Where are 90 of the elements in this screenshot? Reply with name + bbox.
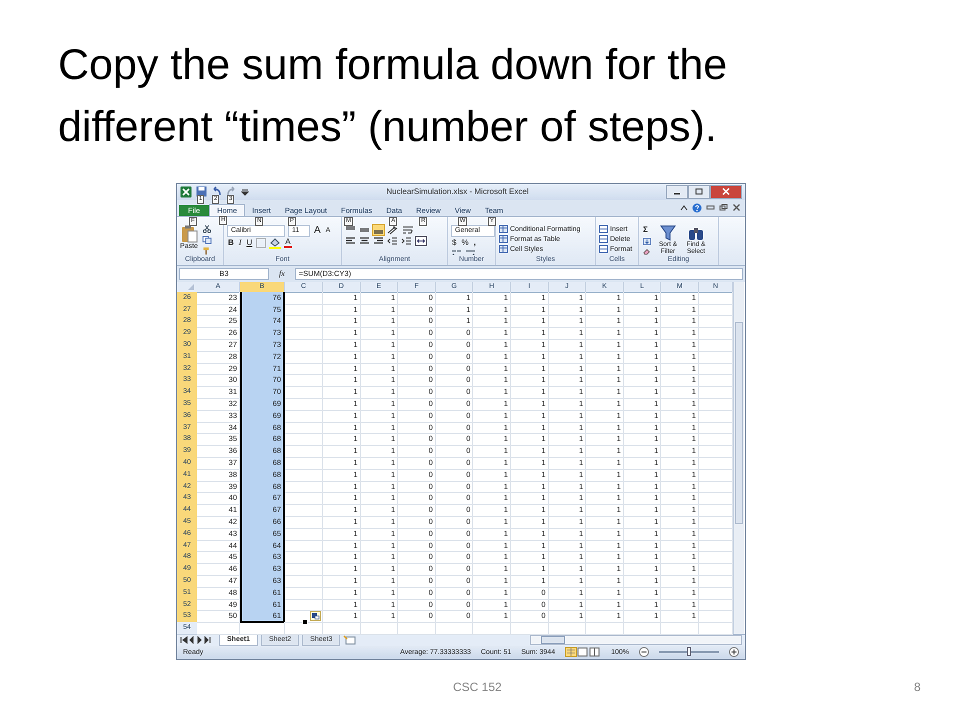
bold-button[interactable]: B xyxy=(227,238,235,248)
underline-button[interactable]: U xyxy=(245,238,254,248)
zoom-out-icon[interactable] xyxy=(639,647,649,658)
table-cell xyxy=(285,304,323,316)
minimize-ribbon-icon[interactable] xyxy=(680,204,688,212)
font-color-button[interactable]: A xyxy=(284,238,292,248)
table-cell xyxy=(285,574,323,588)
scissors-icon[interactable] xyxy=(202,224,212,233)
table-cell xyxy=(285,480,323,494)
fill-color-icon[interactable] xyxy=(269,238,282,249)
borders-icon[interactable] xyxy=(256,238,266,248)
currency-button[interactable]: $ xyxy=(451,238,458,248)
table-cell xyxy=(285,386,323,400)
vertical-scrollbar[interactable] xyxy=(733,282,744,634)
text-align-icon[interactable] xyxy=(373,236,384,246)
table-cell xyxy=(285,492,323,506)
table-cell xyxy=(285,563,323,576)
cells-icon xyxy=(599,235,608,244)
table-cell xyxy=(285,315,323,328)
redo-icon[interactable] xyxy=(226,186,237,198)
increase-indent-icon[interactable] xyxy=(401,236,412,246)
orientation-icon[interactable] xyxy=(387,224,399,235)
grow-font-button[interactable]: A xyxy=(313,226,322,236)
table-cell xyxy=(285,422,323,434)
close-icon xyxy=(722,188,730,196)
table-cell xyxy=(285,551,323,564)
close-button[interactable] xyxy=(710,184,742,199)
table-cell xyxy=(285,433,323,446)
text-align-icon[interactable] xyxy=(345,236,356,246)
vertical-align-icon[interactable] xyxy=(373,224,384,235)
table-cell xyxy=(285,327,323,340)
help-icon[interactable] xyxy=(692,202,702,213)
paintbrush-icon[interactable] xyxy=(202,246,212,255)
undo-icon[interactable] xyxy=(211,186,222,198)
table-icon xyxy=(499,245,508,254)
horizontal-scrollbar[interactable] xyxy=(530,635,742,646)
decrease-decimal-icon[interactable] xyxy=(465,248,476,255)
restore-icon[interactable] xyxy=(719,204,728,212)
table-cell xyxy=(285,398,323,411)
window-title: NuclearSimulation.xlsx - Microsoft Excel xyxy=(385,187,530,196)
customize-caret-icon[interactable] xyxy=(241,188,249,196)
increase-decimal-icon[interactable] xyxy=(451,248,462,255)
wrap-text-icon[interactable] xyxy=(402,224,414,235)
save-icon[interactable] xyxy=(196,186,207,198)
paste-options-icon[interactable] xyxy=(310,611,321,622)
zoom-slider-thumb[interactable] xyxy=(687,647,691,656)
merge-cells-icon[interactable] xyxy=(415,236,427,246)
maximize-icon xyxy=(695,188,703,196)
insert-function-button[interactable]: fx xyxy=(273,269,291,278)
text-align-icon[interactable] xyxy=(359,236,370,246)
table-cell xyxy=(285,516,323,529)
comma-button[interactable]: , xyxy=(472,238,477,248)
copy-icon[interactable] xyxy=(202,236,212,244)
spreadsheet-app-icon xyxy=(180,186,192,198)
table-cell xyxy=(285,528,323,541)
clipboard-icon xyxy=(180,224,198,243)
table-cell xyxy=(285,586,323,600)
table-cell xyxy=(285,292,323,305)
table-cell xyxy=(285,504,323,517)
maximize-button[interactable] xyxy=(688,184,710,199)
cells-icon xyxy=(599,225,608,234)
slide-title: Copy the sum formula down for the different “times” (number of steps). xyxy=(57,40,728,150)
new-sheet-icon[interactable] xyxy=(343,635,358,646)
autosum-button[interactable]: Σ xyxy=(642,224,652,235)
fill-handle[interactable] xyxy=(302,619,308,626)
table-icon xyxy=(499,235,508,244)
footer-text: CSC 152 xyxy=(453,680,502,694)
view-buttons-icon[interactable] xyxy=(565,647,602,658)
table-cell xyxy=(285,350,323,364)
decrease-indent-icon[interactable] xyxy=(387,236,398,246)
close-icon[interactable] xyxy=(732,204,741,212)
table-cell xyxy=(285,457,323,470)
italic-button[interactable]: I xyxy=(238,238,242,248)
table-cell xyxy=(285,468,323,482)
table-cell xyxy=(285,339,323,352)
page-number: 8 xyxy=(914,680,921,694)
zoom-in-icon[interactable] xyxy=(729,647,739,658)
table-cell xyxy=(285,445,323,458)
fill-down-icon[interactable] xyxy=(642,238,652,245)
cells-icon xyxy=(599,245,608,254)
table-icon xyxy=(499,225,508,234)
percent-button[interactable]: % xyxy=(460,238,470,248)
funnel-icon xyxy=(660,224,676,241)
minimize-icon[interactable] xyxy=(706,204,715,212)
table-cell xyxy=(285,540,323,552)
minimize-button[interactable] xyxy=(666,184,688,199)
table-cell xyxy=(285,410,323,423)
eraser-icon[interactable] xyxy=(642,248,652,255)
table-cell xyxy=(285,362,323,376)
table-cell xyxy=(285,374,323,388)
